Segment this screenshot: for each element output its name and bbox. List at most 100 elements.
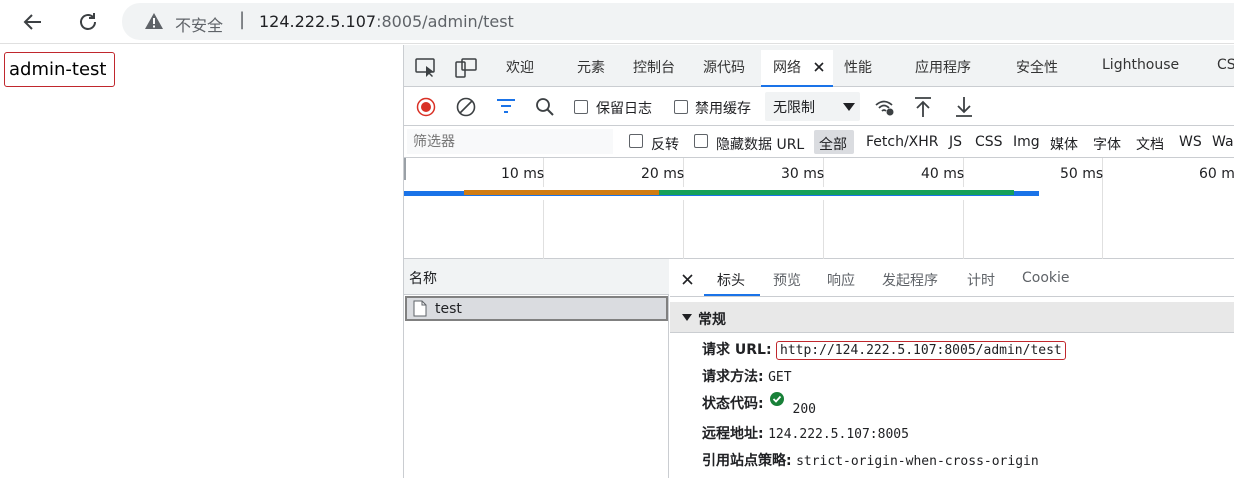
details-tab-initiator[interactable]: 发起程序 — [882, 270, 938, 290]
status-code-value[interactable]: 200 — [793, 402, 816, 417]
filter-type-all[interactable]: 全部 — [819, 134, 847, 154]
url-text[interactable]: 124.222.5.107:8005/admin/test — [259, 12, 514, 31]
overview-tick: 40 ms — [921, 166, 965, 182]
overview-tick: 30 ms — [781, 166, 825, 182]
reload-button[interactable] — [73, 7, 103, 37]
export-har-icon[interactable] — [954, 96, 974, 118]
throttle-value: 无限制 — [773, 100, 815, 116]
url-path: :8005/admin/test — [376, 12, 514, 31]
address-bar[interactable]: 不安全 | 124.222.5.107:8005/admin/test — [122, 3, 1234, 40]
details-tab-cookies[interactable]: Cookie — [1022, 270, 1070, 286]
page-heading: admin-test — [4, 52, 116, 87]
filter-type-wasm[interactable]: Wa — [1212, 134, 1234, 150]
overview-start-marker — [404, 158, 406, 180]
referrer-policy-key: 引用站点策略: — [702, 453, 792, 469]
hide-data-urls-checkbox[interactable] — [694, 134, 708, 148]
tab-application[interactable]: 应用程序 — [915, 57, 971, 77]
network-filterbar: 反转 隐藏数据 URL 全部 Fetch/XHR JS CSS Img 媒体 字… — [404, 126, 1234, 158]
filter-icon[interactable] — [496, 98, 516, 114]
tab-elements[interactable]: 元素 — [577, 57, 605, 77]
throttle-select[interactable]: 无限制 — [765, 92, 860, 121]
request-details-pane: 标头 预览 响应 发起程序 计时 Cookie 常规 请求 URL: http:… — [670, 259, 1234, 478]
referrer-policy-value[interactable]: strict-origin-when-cross-origin — [796, 454, 1039, 469]
overview-tick: 60 ms — [1199, 166, 1234, 182]
request-url-row: 请求 URL: http://124.222.5.107:8005/admin/… — [702, 339, 1066, 360]
details-tab-headers[interactable]: 标头 — [717, 270, 745, 290]
preserve-log-checkbox[interactable] — [574, 100, 588, 114]
request-row[interactable]: test — [405, 296, 668, 321]
disable-cache-label: 禁用缓存 — [695, 101, 751, 117]
tab-css-overview[interactable]: CS — [1217, 57, 1234, 73]
request-url-value[interactable]: http://124.222.5.107:8005/admin/test — [776, 341, 1066, 360]
tab-console[interactable]: 控制台 — [633, 57, 675, 77]
insecure-label[interactable]: 不安全 — [175, 12, 223, 36]
inspect-element-icon[interactable] — [415, 58, 437, 78]
filter-type-font[interactable]: 字体 — [1093, 134, 1121, 154]
overview-tick: 50 ms — [1060, 166, 1104, 182]
active-details-tab-indicator — [704, 294, 760, 296]
tab-welcome[interactable]: 欢迎 — [506, 57, 534, 77]
overview-tick: 20 ms — [641, 166, 685, 182]
url-host: 124.222.5.107 — [259, 12, 377, 31]
browser-toolbar: 不安全 | 124.222.5.107:8005/admin/test — [0, 0, 1234, 44]
tab-sources[interactable]: 源代码 — [703, 57, 745, 77]
filter-type-ws[interactable]: WS — [1179, 134, 1202, 150]
tab-performance[interactable]: 性能 — [844, 57, 872, 77]
remote-address-key: 远程地址: — [702, 426, 764, 442]
status-code-row: 状态代码: 200 — [702, 392, 816, 417]
filter-type-js[interactable]: JS — [949, 134, 962, 150]
import-har-icon[interactable] — [913, 96, 933, 118]
tab-lighthouse[interactable]: Lighthouse — [1102, 57, 1179, 73]
details-tab-timing[interactable]: 计时 — [967, 270, 995, 290]
details-tab-response[interactable]: 响应 — [827, 270, 855, 290]
request-method-row: 请求方法: GET — [702, 366, 792, 386]
close-details-icon[interactable] — [682, 274, 693, 285]
invert-checkbox[interactable] — [629, 134, 643, 148]
section-title: 常规 — [698, 312, 726, 328]
details-tab-preview[interactable]: 预览 — [773, 270, 801, 290]
invert-label: 反转 — [651, 137, 679, 153]
clear-icon[interactable] — [456, 97, 476, 117]
devtools-tabbar: 欢迎 元素 控制台 源代码 网络 性能 应用程序 安全性 Lighthouse … — [404, 45, 1234, 87]
document-icon — [413, 300, 427, 317]
request-method-key: 请求方法: — [702, 369, 764, 385]
network-conditions-icon[interactable] — [874, 97, 896, 117]
close-tab-icon[interactable] — [814, 62, 824, 72]
timeline-download-bar — [659, 190, 1014, 195]
request-method-value[interactable]: GET — [768, 370, 791, 385]
dropdown-arrow-icon — [843, 103, 855, 111]
status-ok-icon — [770, 392, 785, 406]
disable-cache-checkbox[interactable] — [674, 100, 688, 114]
overview-tick: 10 ms — [501, 166, 545, 182]
remote-address-value[interactable]: 124.222.5.107:8005 — [768, 427, 909, 442]
tab-security[interactable]: 安全性 — [1016, 57, 1058, 77]
network-overview[interactable]: 10 ms 20 ms 30 ms 40 ms 50 ms 60 ms — [404, 158, 1234, 259]
record-icon[interactable] — [416, 97, 436, 117]
names-column-header[interactable]: 名称 — [404, 259, 669, 295]
network-toolbar: 保留日志 禁用缓存 无限制 — [404, 87, 1234, 126]
address-separator: | — [239, 9, 246, 30]
hide-data-urls-label: 隐藏数据 URL — [716, 137, 805, 153]
filter-type-doc[interactable]: 文档 — [1136, 134, 1164, 154]
filter-type-img[interactable]: Img — [1013, 134, 1040, 150]
filter-type-css[interactable]: CSS — [975, 134, 1003, 150]
filter-type-media[interactable]: 媒体 — [1050, 134, 1078, 154]
warning-icon — [145, 13, 163, 29]
devtools-panel: 欢迎 元素 控制台 源代码 网络 性能 应用程序 安全性 Lighthouse … — [403, 45, 1234, 478]
search-icon[interactable] — [535, 97, 555, 117]
filter-input[interactable] — [407, 129, 613, 154]
details-tabbar: 标头 预览 响应 发起程序 计时 Cookie — [670, 259, 1234, 297]
expand-arrow-icon — [682, 314, 692, 321]
device-toolbar-icon[interactable] — [455, 58, 477, 78]
remote-address-row: 远程地址: 124.222.5.107:8005 — [702, 423, 909, 443]
back-arrow-icon — [23, 14, 41, 30]
filter-type-fetch-xhr[interactable]: Fetch/XHR — [866, 134, 939, 150]
requests-pane: 名称 test — [404, 259, 669, 478]
request-url-key: 请求 URL: — [702, 342, 772, 358]
tab-network[interactable]: 网络 — [773, 57, 801, 77]
back-button[interactable] — [18, 7, 48, 37]
names-header-label: 名称 — [409, 271, 437, 287]
referrer-policy-row: 引用站点策略: strict-origin-when-cross-origin — [702, 450, 1039, 470]
timeline-waiting-bar — [463, 190, 660, 195]
general-section-header[interactable]: 常规 — [670, 302, 1234, 333]
